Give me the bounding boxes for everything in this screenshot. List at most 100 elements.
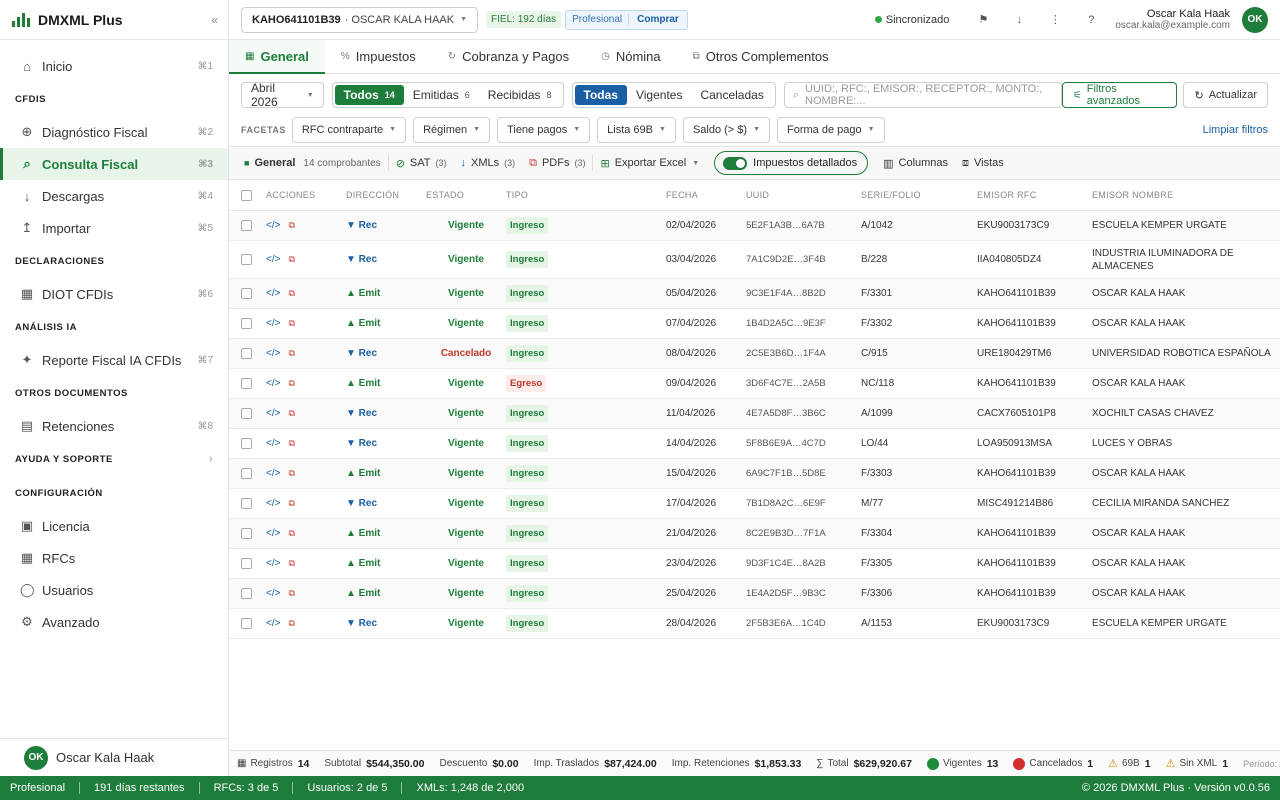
direction-option-emitidas[interactable]: Emitidas 6 [404,85,479,105]
select-all-checkbox[interactable] [241,189,252,201]
column-header[interactable]: ACCIONES [266,190,346,200]
columns-button[interactable]: ▥ Columnas [876,157,955,170]
direction-option-recibidas[interactable]: Recibidas 8 [479,85,561,105]
tab-impuestos[interactable]: % Impuestos [325,40,432,73]
uuid-cell[interactable]: 3D6F4C7E…2A5B [746,378,861,389]
status-option-vigentes[interactable]: Vigentes [627,85,691,105]
export-excel-button[interactable]: ⊞ Exportar Excel ▼ [593,157,706,170]
uuid-cell[interactable]: 1E4A2D5F…9B3C [746,588,861,599]
uuid-cell[interactable]: 8C2E9B3D…7F1A [746,528,861,539]
xml-code-icon[interactable]: </> [266,220,280,231]
facet-dropdown[interactable]: RFC contraparte ▼ [291,116,407,143]
table-row[interactable]: </> ⧉ ▼ Rec Vigente Ingreso 03/04/2026 7A1C9D2… [229,241,1280,279]
pdf-icon[interactable]: ⧉ [288,558,294,569]
pdf-icon[interactable]: ⧉ [288,438,294,449]
pdf-icon[interactable]: ⧉ [288,408,294,419]
table-row[interactable]: </> ⧉ ▲ Emit Vigente Egreso 09/04/2026 3D6F4C7… [229,369,1280,399]
xml-code-icon[interactable]: </> [266,318,280,329]
more-icon[interactable]: ⋮ [1037,13,1073,26]
uuid-cell[interactable]: 2F5B3E6A…1C4D [746,618,861,629]
uuid-cell[interactable]: 1B4D2A5C…9E3F [746,318,861,329]
uuid-cell[interactable]: 5E2F1A3B…6A7B [746,220,861,231]
column-header[interactable]: UUID [746,190,861,200]
advanced-filters-button[interactable]: ⚟ Filtros avanzados [1061,82,1178,108]
table-row[interactable]: </> ⧉ ▼ Rec Vigente Ingreso 11/04/2026 4E7A5D8… [229,399,1280,429]
xml-code-icon[interactable]: </> [266,288,280,299]
month-selector[interactable]: Abril 2026 ▼ [241,81,324,109]
pdf-icon[interactable]: ⧉ [288,254,294,265]
detailed-taxes-toggle[interactable]: Impuestos detallados [714,151,869,175]
xml-code-icon[interactable]: </> [266,588,280,599]
table-row[interactable]: </> ⧉ ▲ Emit Vigente Ingreso 21/04/2026 8C2E9B… [229,519,1280,549]
facet-dropdown[interactable]: Forma de pago ▼ [777,116,885,143]
xml-code-icon[interactable]: </> [266,468,280,479]
table-row[interactable]: </> ⧉ ▼ Rec Vigente Ingreso 17/04/2026 7B1D8A2… [229,489,1280,519]
facet-dropdown[interactable]: Lista 69B ▼ [597,116,676,143]
uuid-cell[interactable]: 9D3F1C4E…8A2B [746,558,861,569]
sidebar-item-licencia[interactable]: ▣ Licencia [0,510,228,542]
sidebar-item-diagnostico[interactable]: ⊕ Diagnóstico Fiscal ⌘2 [0,116,228,148]
sidebar-user[interactable]: OK Oscar Kala Haak [0,738,228,776]
row-checkbox[interactable] [241,618,252,629]
uuid-cell[interactable]: 7A1C9D2E…3F4B [746,254,861,265]
row-checkbox[interactable] [241,498,252,509]
refresh-button[interactable]: ↻ Actualizar [1183,82,1268,108]
sidebar-item-diot[interactable]: ▦ DIOT CFDIs ⌘6 [0,278,228,310]
row-checkbox[interactable] [241,408,252,419]
pdf-icon[interactable]: ⧉ [288,348,294,359]
xml-code-icon[interactable]: </> [266,254,280,265]
sat-button[interactable]: ⊘ SAT (3) [389,157,454,170]
pdf-icon[interactable]: ⧉ [288,220,294,231]
row-checkbox[interactable] [241,468,252,479]
help-icon[interactable]: ? [1073,14,1109,26]
sidebar-item-reporte[interactable]: ✦ Reporte Fiscal IA CFDIs ⌘7 [0,344,228,376]
user-info[interactable]: Oscar Kala Haak oscar.kala@example.com [1115,8,1230,31]
xml-code-icon[interactable]: </> [266,408,280,419]
sidebar-item-avanzado[interactable]: ⚙ Avanzado [0,606,228,638]
uuid-cell[interactable]: 4E7A5D8F…3B6C [746,408,861,419]
clear-filters-link[interactable]: Limpiar filtros [1203,124,1268,136]
pdf-icon[interactable]: ⧉ [288,288,294,299]
table-row[interactable]: </> ⧉ ▼ Rec Cancelado Ingreso 08/04/2026 2C5E3… [229,339,1280,369]
sidebar-item-usuarios[interactable]: ◯ Usuarios [0,574,228,606]
collapse-sidebar-icon[interactable]: « [211,13,218,27]
views-button[interactable]: ⧈ Vistas [955,157,1011,170]
row-checkbox[interactable] [241,318,252,329]
xml-code-icon[interactable]: </> [266,558,280,569]
pdf-icon[interactable]: ⧉ [288,468,294,479]
uuid-cell[interactable]: 9C3E1F4A…8B2D [746,288,861,299]
pdf-icon[interactable]: ⧉ [288,378,294,389]
search-input[interactable]: ⌕ UUID:, RFC:, EMISOR:, RECEPTOR:, MONTO… [783,82,1062,108]
column-header[interactable]: EMISOR NOMBRE [1092,190,1280,200]
facet-dropdown[interactable]: Saldo (> $) ▼ [682,116,771,143]
row-checkbox[interactable] [241,254,252,265]
column-header[interactable]: DIRECCIÓN [346,190,426,200]
download-icon[interactable]: ↓ [1001,14,1037,26]
tab-cobranza-y-pagos[interactable]: ↻ Cobranza y Pagos [432,40,585,73]
pdf-icon[interactable]: ⧉ [288,618,294,629]
tab-nómina[interactable]: ◷ Nómina [585,40,677,73]
flag-icon[interactable]: ⚑ [965,13,1001,26]
sidebar-item-rfcs[interactable]: ▦ RFCs [0,542,228,574]
row-checkbox[interactable] [241,348,252,359]
uuid-cell[interactable]: 5F8B6E9A…4C7D [746,438,861,449]
row-checkbox[interactable] [241,558,252,569]
xmls-button[interactable]: ↓ XMLs (3) [453,157,522,169]
table-row[interactable]: </> ⧉ ▼ Rec Vigente Ingreso 02/04/2026 5E2F1A3… [229,211,1280,241]
table-row[interactable]: </> ⧉ ▼ Rec Vigente Ingreso 28/04/2026 2F5B3E6… [229,609,1280,639]
column-header[interactable]: FECHA [666,190,746,200]
avatar[interactable]: OK [1242,6,1268,33]
xml-code-icon[interactable]: </> [266,378,280,389]
direction-option-todos[interactable]: Todos 14 [334,85,404,105]
uuid-cell[interactable]: 7B1D8A2C…6E9F [746,498,861,509]
column-header[interactable]: ESTADO [426,190,506,200]
tab-general[interactable]: ▦ General [229,40,325,74]
pdf-icon[interactable]: ⧉ [288,318,294,329]
pdf-icon[interactable]: ⧉ [288,588,294,599]
xml-code-icon[interactable]: </> [266,528,280,539]
xml-code-icon[interactable]: </> [266,348,280,359]
table-row[interactable]: </> ⧉ ▼ Rec Vigente Ingreso 14/04/2026 5F8B6E9… [229,429,1280,459]
xml-code-icon[interactable]: </> [266,618,280,629]
table-row[interactable]: </> ⧉ ▲ Emit Vigente Ingreso 23/04/2026 9D3F1C… [229,549,1280,579]
column-header[interactable]: TIPO [506,190,666,200]
